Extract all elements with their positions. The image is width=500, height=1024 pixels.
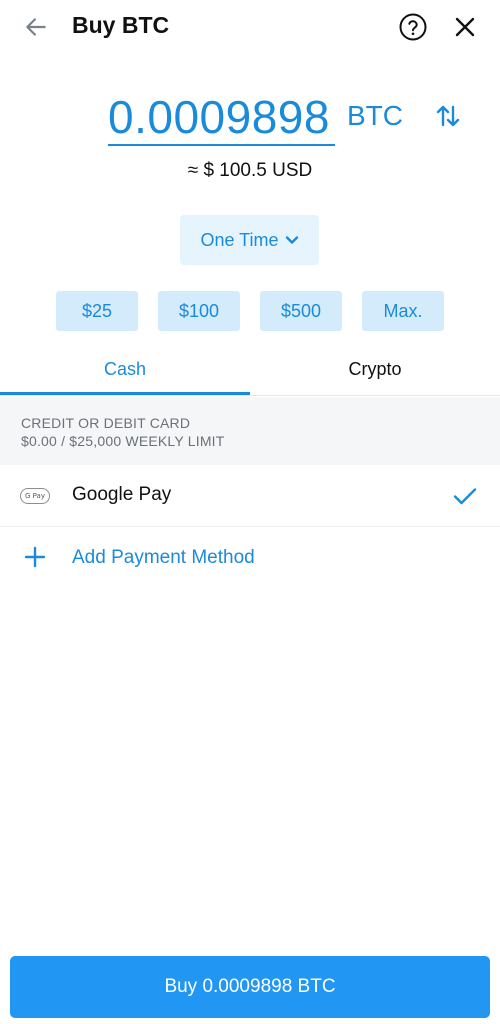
quick-amount-500[interactable]: $500 [260, 291, 342, 331]
amount-underline [108, 144, 335, 146]
quick-amount-25[interactable]: $25 [56, 291, 138, 331]
close-button[interactable] [450, 12, 480, 42]
add-payment-label: Add Payment Method [72, 547, 255, 568]
buy-button[interactable]: Buy 0.0009898 BTC [10, 956, 490, 1018]
amount-input[interactable]: 0.0009898 [108, 90, 330, 144]
add-payment-method-button[interactable]: Add Payment Method [0, 528, 500, 590]
arrow-left-icon [26, 18, 46, 36]
page-title: Buy BTC [72, 12, 170, 38]
payment-method-google-pay[interactable]: G Pay Google Pay [0, 465, 500, 527]
payment-type-tabs: Cash Crypto [0, 343, 500, 396]
section-title: CREDIT OR DEBIT CARD [21, 415, 191, 431]
quick-amount-100[interactable]: $100 [158, 291, 240, 331]
checkmark-icon [453, 488, 477, 505]
frequency-label: One Time [200, 229, 279, 250]
amount-section: 0.0009898 BTC [0, 86, 500, 156]
amount-unit: BTC [347, 100, 403, 131]
usd-equivalent: ≈ $ 100.5 USD [187, 160, 313, 181]
help-circle-icon [399, 13, 427, 41]
swap-currency-button[interactable] [432, 100, 464, 132]
help-button[interactable] [398, 12, 428, 42]
chevron-down-icon [285, 236, 298, 244]
weekly-limit: $0.00 / $25,000 WEEKLY LIMIT [21, 433, 225, 449]
header: Buy BTC [0, 0, 500, 54]
tabs-divider [0, 395, 500, 396]
quick-amount-max[interactable]: Max. [362, 291, 444, 331]
tab-crypto[interactable]: Crypto [250, 343, 500, 396]
swap-vertical-icon [436, 105, 460, 127]
close-icon [455, 17, 475, 37]
tab-cash[interactable]: Cash [0, 343, 250, 396]
payment-section-header: CREDIT OR DEBIT CARD $0.00 / $25,000 WEE… [0, 397, 500, 465]
google-pay-icon: G Pay [20, 488, 50, 504]
frequency-dropdown[interactable]: One Time [180, 215, 319, 265]
quick-amounts: $25 $100 $500 Max. [0, 291, 500, 331]
back-button[interactable] [22, 13, 50, 41]
payment-method-label: Google Pay [72, 484, 172, 505]
plus-icon [24, 546, 46, 568]
